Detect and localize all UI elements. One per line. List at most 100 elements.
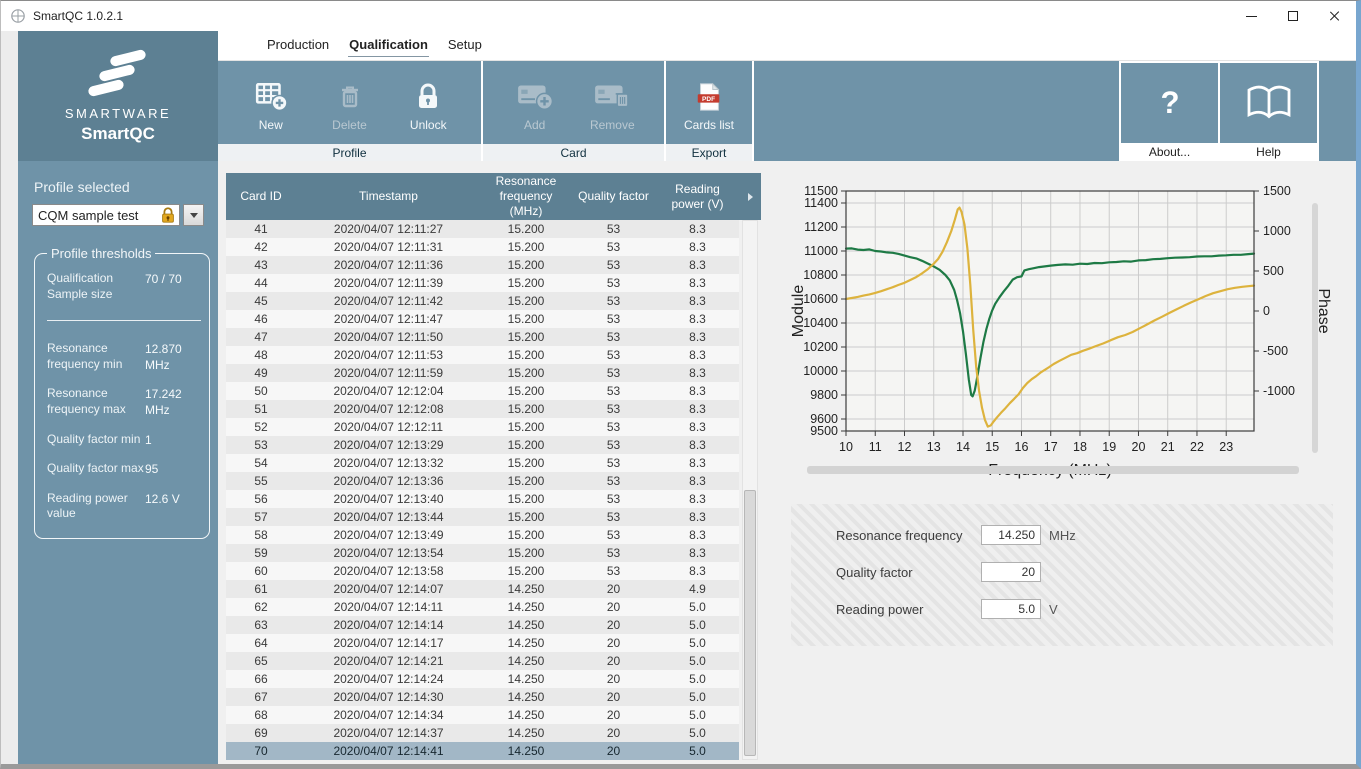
- about-button[interactable]: ? About...: [1121, 63, 1220, 161]
- add-button[interactable]: Add: [499, 73, 571, 132]
- quality-factor-input[interactable]: [981, 562, 1041, 582]
- y-axis-tick-label: 11000: [804, 244, 838, 258]
- table-cell: 8.3: [656, 258, 739, 272]
- table-cell: 5.0: [656, 654, 739, 668]
- x-axis-tick-label: 17: [1044, 440, 1058, 454]
- table-cell: 51: [226, 402, 296, 416]
- close-button[interactable]: [1314, 1, 1356, 31]
- table-row[interactable]: 622020/04/07 12:14:1114.250205.0: [226, 598, 739, 616]
- content-area: Card IDTimestampResonance frequency (MHz…: [218, 161, 1356, 764]
- y-axis-tick-label: 10200: [803, 340, 838, 354]
- column-header[interactable]: Quality factor: [571, 173, 656, 220]
- reading-power-input[interactable]: [981, 599, 1041, 619]
- table-row[interactable]: 582020/04/07 12:13:4915.200538.3: [226, 526, 739, 544]
- resonance-frequency-input[interactable]: [981, 525, 1041, 545]
- table-row[interactable]: 682020/04/07 12:14:3414.250205.0: [226, 706, 739, 724]
- table-cell: 2020/04/07 12:14:07: [296, 582, 481, 596]
- table-row[interactable]: 642020/04/07 12:14:1714.250205.0: [226, 634, 739, 652]
- minimize-icon: [1246, 16, 1257, 17]
- y-axis-tick-label: -1000: [1263, 384, 1295, 398]
- table-cell: 2020/04/07 12:13:32: [296, 456, 481, 470]
- help-button[interactable]: Help: [1220, 63, 1319, 161]
- table-cell: 14.250: [481, 600, 571, 614]
- table-row[interactable]: 432020/04/07 12:11:3615.200538.3: [226, 256, 739, 274]
- delete-button[interactable]: Delete: [314, 73, 386, 132]
- table-row[interactable]: 652020/04/07 12:14:2114.250205.0: [226, 652, 739, 670]
- table-cell: 53: [571, 276, 656, 290]
- table-scrollbar-thumb[interactable]: [744, 490, 756, 756]
- column-header[interactable]: Card ID: [226, 173, 296, 220]
- column-header[interactable]: Timestamp: [296, 173, 481, 220]
- table-cell: 20: [571, 690, 656, 704]
- chart-horizontal-scrollbar[interactable]: [807, 466, 1299, 474]
- table-cell: 15.200: [481, 384, 571, 398]
- column-scroll-arrow-icon[interactable]: [739, 173, 761, 220]
- column-header[interactable]: Resonance frequency (MHz): [481, 173, 571, 220]
- smartware-logo-icon: [86, 50, 150, 100]
- cards-list-button[interactable]: PDF Cards list: [676, 73, 742, 132]
- profile-dropdown[interactable]: [32, 204, 180, 226]
- table-cell: 69: [226, 726, 296, 740]
- table-row[interactable]: 492020/04/07 12:11:5915.200538.3: [226, 364, 739, 382]
- table-row[interactable]: 512020/04/07 12:12:0815.200538.3: [226, 400, 739, 418]
- table-row[interactable]: 602020/04/07 12:13:5815.200538.3: [226, 562, 739, 580]
- table-cell: 54: [226, 456, 296, 470]
- column-header[interactable]: Reading power (V): [656, 173, 739, 220]
- maximize-button[interactable]: [1272, 1, 1314, 31]
- table-cell: 8.3: [656, 348, 739, 362]
- tab-setup[interactable]: Setup: [447, 35, 483, 56]
- table-row[interactable]: 422020/04/07 12:11:3115.200538.3: [226, 238, 739, 256]
- table-row[interactable]: 632020/04/07 12:14:1414.250205.0: [226, 616, 739, 634]
- chart-vertical-scrollbar[interactable]: [1312, 203, 1318, 453]
- table-row[interactable]: 542020/04/07 12:13:3215.200538.3: [226, 454, 739, 472]
- table-row[interactable]: 442020/04/07 12:11:3915.200538.3: [226, 274, 739, 292]
- profile-dropdown-value[interactable]: [33, 207, 159, 224]
- table-cell: 15.200: [481, 276, 571, 290]
- table-cell: 53: [226, 438, 296, 452]
- table-row[interactable]: 692020/04/07 12:14:3714.250205.0: [226, 724, 739, 742]
- minimize-button[interactable]: [1230, 1, 1272, 31]
- table-vertical-scrollbar[interactable]: [742, 220, 758, 760]
- unlock-button[interactable]: Unlock: [392, 73, 464, 132]
- table-cell: 2020/04/07 12:14:21: [296, 654, 481, 668]
- table-row[interactable]: 592020/04/07 12:13:5415.200538.3: [226, 544, 739, 562]
- table-cell: 53: [571, 384, 656, 398]
- table-cell: 8.3: [656, 474, 739, 488]
- table-cell: 14.250: [481, 618, 571, 632]
- toolbar-group-profile: New Delete Unlock Prof: [218, 61, 483, 161]
- table-cell: 2020/04/07 12:14:34: [296, 708, 481, 722]
- y-axis-tick-label: 1000: [1263, 224, 1291, 238]
- lock-icon: [159, 206, 177, 224]
- table-row[interactable]: 462020/04/07 12:11:4715.200538.3: [226, 310, 739, 328]
- table-row[interactable]: 552020/04/07 12:13:3615.200538.3: [226, 472, 739, 490]
- new-button[interactable]: New: [235, 73, 307, 132]
- table-row[interactable]: 562020/04/07 12:13:4015.200538.3: [226, 490, 739, 508]
- table-cell: 2020/04/07 12:11:53: [296, 348, 481, 362]
- table-row[interactable]: 662020/04/07 12:14:2414.250205.0: [226, 670, 739, 688]
- table-row[interactable]: 452020/04/07 12:11:4215.200538.3: [226, 292, 739, 310]
- table-row[interactable]: 672020/04/07 12:14:3014.250205.0: [226, 688, 739, 706]
- tab-qualification[interactable]: Qualification: [348, 35, 429, 57]
- table-cell: 66: [226, 672, 296, 686]
- table-row[interactable]: 572020/04/07 12:13:4415.200538.3: [226, 508, 739, 526]
- remove-button[interactable]: Remove: [576, 73, 648, 132]
- table-row[interactable]: 502020/04/07 12:12:0415.200538.3: [226, 382, 739, 400]
- table-cell: 14.250: [481, 672, 571, 686]
- profile-dropdown-arrow-button[interactable]: [183, 204, 204, 226]
- table-cell: 15.200: [481, 420, 571, 434]
- table-row[interactable]: 412020/04/07 12:11:2715.200538.3: [226, 220, 739, 238]
- table-row[interactable]: 472020/04/07 12:11:5015.200538.3: [226, 328, 739, 346]
- toolbar-end-filler: [1319, 61, 1356, 161]
- tab-bar: Production Qualification Setup: [218, 31, 1356, 61]
- table-body: 412020/04/07 12:11:2715.200538.3422020/0…: [226, 220, 739, 760]
- table-row[interactable]: 532020/04/07 12:13:2915.200538.3: [226, 436, 739, 454]
- table-cell: 20: [571, 726, 656, 740]
- table-row[interactable]: 612020/04/07 12:14:0714.250204.9: [226, 580, 739, 598]
- table-row[interactable]: 702020/04/07 12:14:4114.250205.0: [226, 742, 739, 760]
- x-axis-tick-label: 18: [1073, 440, 1087, 454]
- table-cell: 67: [226, 690, 296, 704]
- table-row[interactable]: 522020/04/07 12:12:1115.200538.3: [226, 418, 739, 436]
- table-row[interactable]: 482020/04/07 12:11:5315.200538.3: [226, 346, 739, 364]
- table-cell: 53: [571, 294, 656, 308]
- tab-production[interactable]: Production: [266, 35, 330, 56]
